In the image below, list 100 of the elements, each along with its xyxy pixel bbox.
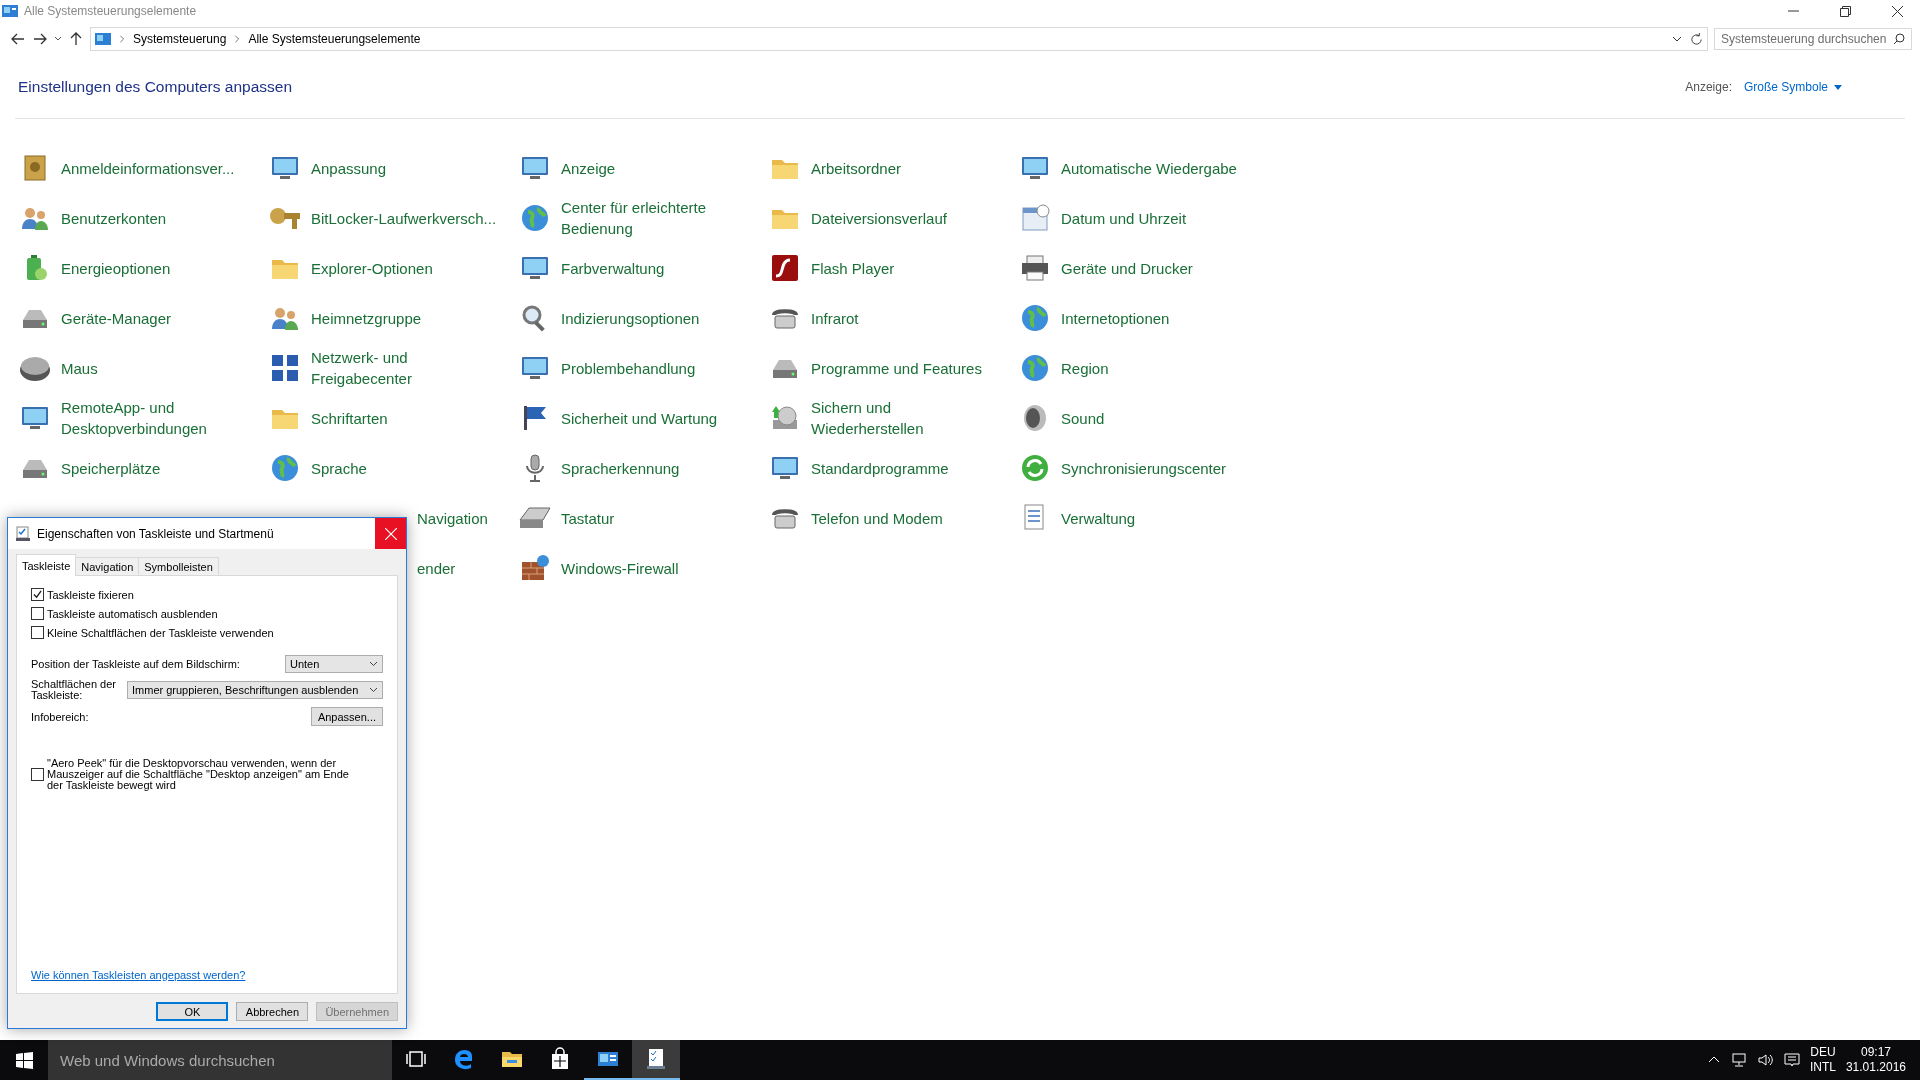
grouping-dropdown[interactable]: Immer gruppieren, Beschriftungen ausblenden (127, 681, 383, 699)
control-panel-icon (95, 33, 111, 45)
checkbox[interactable] (31, 588, 44, 601)
checklist-icon (644, 1047, 668, 1071)
control-panel-link[interactable]: Maus (61, 357, 98, 379)
control-panel-link[interactable]: Center für erleichterte Bedienung (561, 197, 751, 239)
control-panel-link[interactable]: Programme und Features (811, 357, 982, 379)
control-panel-link[interactable]: Indizierungsoptionen (561, 307, 700, 329)
window-title: Alle Systemsteuerungselemente (24, 4, 198, 18)
close-icon (384, 527, 397, 540)
control-panel-link[interactable]: Windows-Firewall (561, 557, 679, 579)
taskbar-app-button[interactable] (632, 1040, 680, 1080)
checkbox[interactable] (31, 768, 44, 781)
dialog-button[interactable]: OK (156, 1002, 229, 1021)
input-language[interactable]: DEU INTL (1809, 1045, 1836, 1075)
windows-logo-icon (15, 1051, 33, 1069)
field-label: Infobereich: (31, 710, 90, 723)
forward-arrow-icon[interactable] (32, 31, 48, 47)
help-link[interactable]: Wie können Taskleisten angepasst werden? (31, 969, 383, 981)
control-panel-link[interactable]: Infrarot (811, 307, 859, 329)
control-panel-link[interactable]: Benutzerkonten (61, 207, 167, 229)
refresh-icon[interactable] (1690, 32, 1703, 46)
control-panel-link[interactable]: Flash Player (811, 257, 895, 279)
chevron-right-icon (234, 35, 241, 43)
control-panel-link[interactable]: Schriftarten (311, 407, 388, 429)
flash-icon (769, 252, 801, 284)
control-panel-link[interactable]: Sichern und Wiederherstellen (811, 397, 1001, 439)
chevron-down-icon[interactable] (1672, 35, 1682, 43)
control-panel-link[interactable]: Tastatur (561, 507, 615, 529)
globe-icon (1019, 352, 1051, 384)
control-panel-link[interactable]: Farbverwaltung (561, 257, 665, 279)
checkbox[interactable] (31, 626, 44, 639)
view-label: Anzeige: (1685, 80, 1732, 94)
control-panel-link[interactable]: Geräte-Manager (61, 307, 172, 329)
checkbox[interactable] (31, 607, 44, 620)
dialog-button[interactable]: Abbrechen (236, 1002, 309, 1021)
breadcrumb[interactable]: Systemsteuerung (133, 32, 227, 46)
globe-icon (269, 452, 301, 484)
control-panel-link[interactable]: Problembehandlung (561, 357, 696, 379)
control-panel-link[interactable]: Geräte und Drucker (1061, 257, 1193, 279)
address-bar[interactable]: Systemsteuerung Alle Systemsteuerungselemente (90, 27, 1708, 51)
checkbox-label[interactable]: "Aero Peek" für die Desktopvorschau verwenden, wenn der Mauszeiger auf die Schaltfläche "Desktop anzeigen" am Ende der Taskleiste bewegt wird (47, 758, 367, 791)
control-panel-link[interactable]: Dateiversionsverlauf (811, 207, 947, 229)
tab[interactable]: Symbolleisten (138, 557, 219, 576)
control-panel-link[interactable]: Spracherkennung (561, 457, 680, 479)
restore-icon[interactable] (1840, 5, 1851, 17)
dropdown-arrow-icon (1834, 84, 1842, 90)
control-panel-link[interactable]: Arbeitsordner (811, 157, 902, 179)
tab[interactable]: Taskleiste (16, 554, 77, 576)
search-field[interactable]: Systemsteuerung durchsuchen (1714, 28, 1912, 50)
close-button[interactable] (375, 518, 406, 549)
control-panel-link[interactable]: Sprache (311, 457, 367, 479)
calendar-icon (1019, 202, 1051, 234)
control-panel-link[interactable]: Internetoptionen (1061, 307, 1170, 329)
globe-icon (519, 202, 551, 234)
position-dropdown[interactable]: Unten (285, 655, 383, 673)
control-panel-link[interactable]: Sound (1061, 407, 1105, 429)
control-panel-link[interactable]: ender (417, 557, 456, 579)
checkbox-label[interactable]: Kleine Schaltflächen der Taskleiste verwenden (47, 626, 274, 639)
control-panel-link[interactable]: RemoteApp- und Desktopverbindungen (61, 397, 251, 439)
checkbox-label[interactable]: Taskleiste automatisch ausblenden (47, 607, 218, 620)
network-icon[interactable] (1731, 1052, 1748, 1068)
control-panel-link[interactable]: Telefon und Modem (811, 507, 943, 529)
chevron-down-icon (369, 687, 378, 693)
network-icon (269, 352, 301, 384)
message-icon[interactable] (1783, 1052, 1800, 1068)
control-panel-link[interactable]: Energieoptionen (61, 257, 171, 279)
checkbox-label[interactable]: Taskleiste fixieren (47, 588, 134, 601)
clock[interactable]: 09:17 31.01.2016 (1845, 1045, 1906, 1075)
field-label: Position der Taskleiste auf dem Bildschirm: (31, 658, 241, 670)
control-panel-link[interactable]: Datum und Uhrzeit (1061, 207, 1187, 229)
control-panel-link[interactable]: Navigation (417, 507, 488, 529)
breadcrumb[interactable]: Alle Systemsteuerungselemente (248, 32, 421, 46)
control-panel-link[interactable]: Synchronisierungscenter (1061, 457, 1227, 479)
globe-icon (1019, 302, 1051, 334)
up-arrow-icon[interactable] (68, 31, 84, 47)
speaker-icon[interactable] (1757, 1052, 1774, 1068)
dialog-title: Eigenschaften von Taskleiste und Startmenü (37, 526, 275, 541)
control-panel-link[interactable]: Region (1061, 357, 1109, 379)
control-panel-link[interactable]: Anmeldeinformationsver... (61, 157, 235, 179)
chevron-down-icon (369, 661, 378, 667)
control-panel-link[interactable]: Automatische Wiedergabe (1061, 157, 1237, 179)
field-label: Schaltflächen der Taskleiste: (31, 679, 117, 701)
checklist-icon (15, 525, 31, 542)
control-panel-link[interactable]: Explorer-Optionen (311, 257, 433, 279)
taskbar-search-field[interactable]: Web und Windows durchsuchen (48, 1040, 392, 1080)
back-arrow-icon[interactable] (10, 31, 26, 47)
control-panel-link[interactable]: Sicherheit und Wartung (561, 407, 718, 429)
control-panel-link[interactable]: Heimnetzgruppe (311, 307, 422, 329)
control-panel-link[interactable]: Verwaltung (1061, 507, 1136, 529)
close-icon[interactable] (1892, 5, 1903, 17)
control-panel-link[interactable]: BitLocker-Laufwerkversch... (311, 207, 497, 229)
control-panel-link[interactable]: Anpassung (311, 157, 387, 179)
control-panel-link[interactable]: Standardprogramme (811, 457, 949, 479)
printer-icon (1019, 252, 1051, 284)
control-panel-link[interactable]: Speicherplätze (61, 457, 161, 479)
view-dropdown[interactable]: Große Symbole (1743, 80, 1842, 94)
control-panel-link[interactable]: Anzeige (561, 157, 616, 179)
control-panel-link[interactable]: Netzwerk- und Freigabecenter (311, 347, 501, 389)
customize-button[interactable]: Anpassen... (310, 707, 383, 726)
